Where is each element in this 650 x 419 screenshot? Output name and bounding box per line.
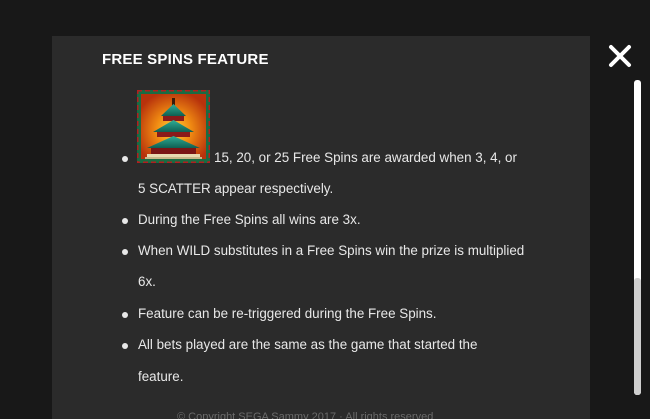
scrollbar-thumb[interactable]	[634, 278, 641, 395]
pagoda-scatter-symbol-icon	[137, 90, 210, 163]
item-text-line1: When WILD substitutes in a Free Spins wi…	[138, 243, 525, 258]
close-icon[interactable]	[606, 42, 634, 70]
bullet-icon	[122, 343, 128, 349]
bullet-icon	[122, 156, 128, 162]
item-text-line2: 6x.	[138, 274, 156, 289]
paytable-panel: FREE SPINS FEATURE 15, 20, or 25 Free Sp…	[52, 36, 590, 419]
help-overlay: FREE SPINS FEATURE 15, 20, or 25 Free Sp…	[0, 0, 650, 419]
item-text-line2: feature.	[138, 369, 184, 384]
item-text-line1: 15, 20, or 25 Free Spins are awarded whe…	[214, 150, 517, 165]
bullet-icon	[122, 218, 128, 224]
bullet-icon	[122, 249, 128, 255]
item-text-line2: 5 SCATTER appear respectively.	[138, 181, 334, 196]
scrollbar[interactable]	[634, 80, 641, 395]
item-text-line1: During the Free Spins all wins are 3x.	[138, 212, 361, 227]
item-text-line1: All bets played are the same as the game…	[138, 337, 478, 352]
section-title: FREE SPINS FEATURE	[102, 51, 269, 68]
copyright-text: © Copyright SEGA Sammy 2017 · All rights…	[177, 411, 434, 419]
item-text-line1: Feature can be re-triggered during the F…	[138, 306, 437, 321]
bullet-icon	[122, 312, 128, 318]
